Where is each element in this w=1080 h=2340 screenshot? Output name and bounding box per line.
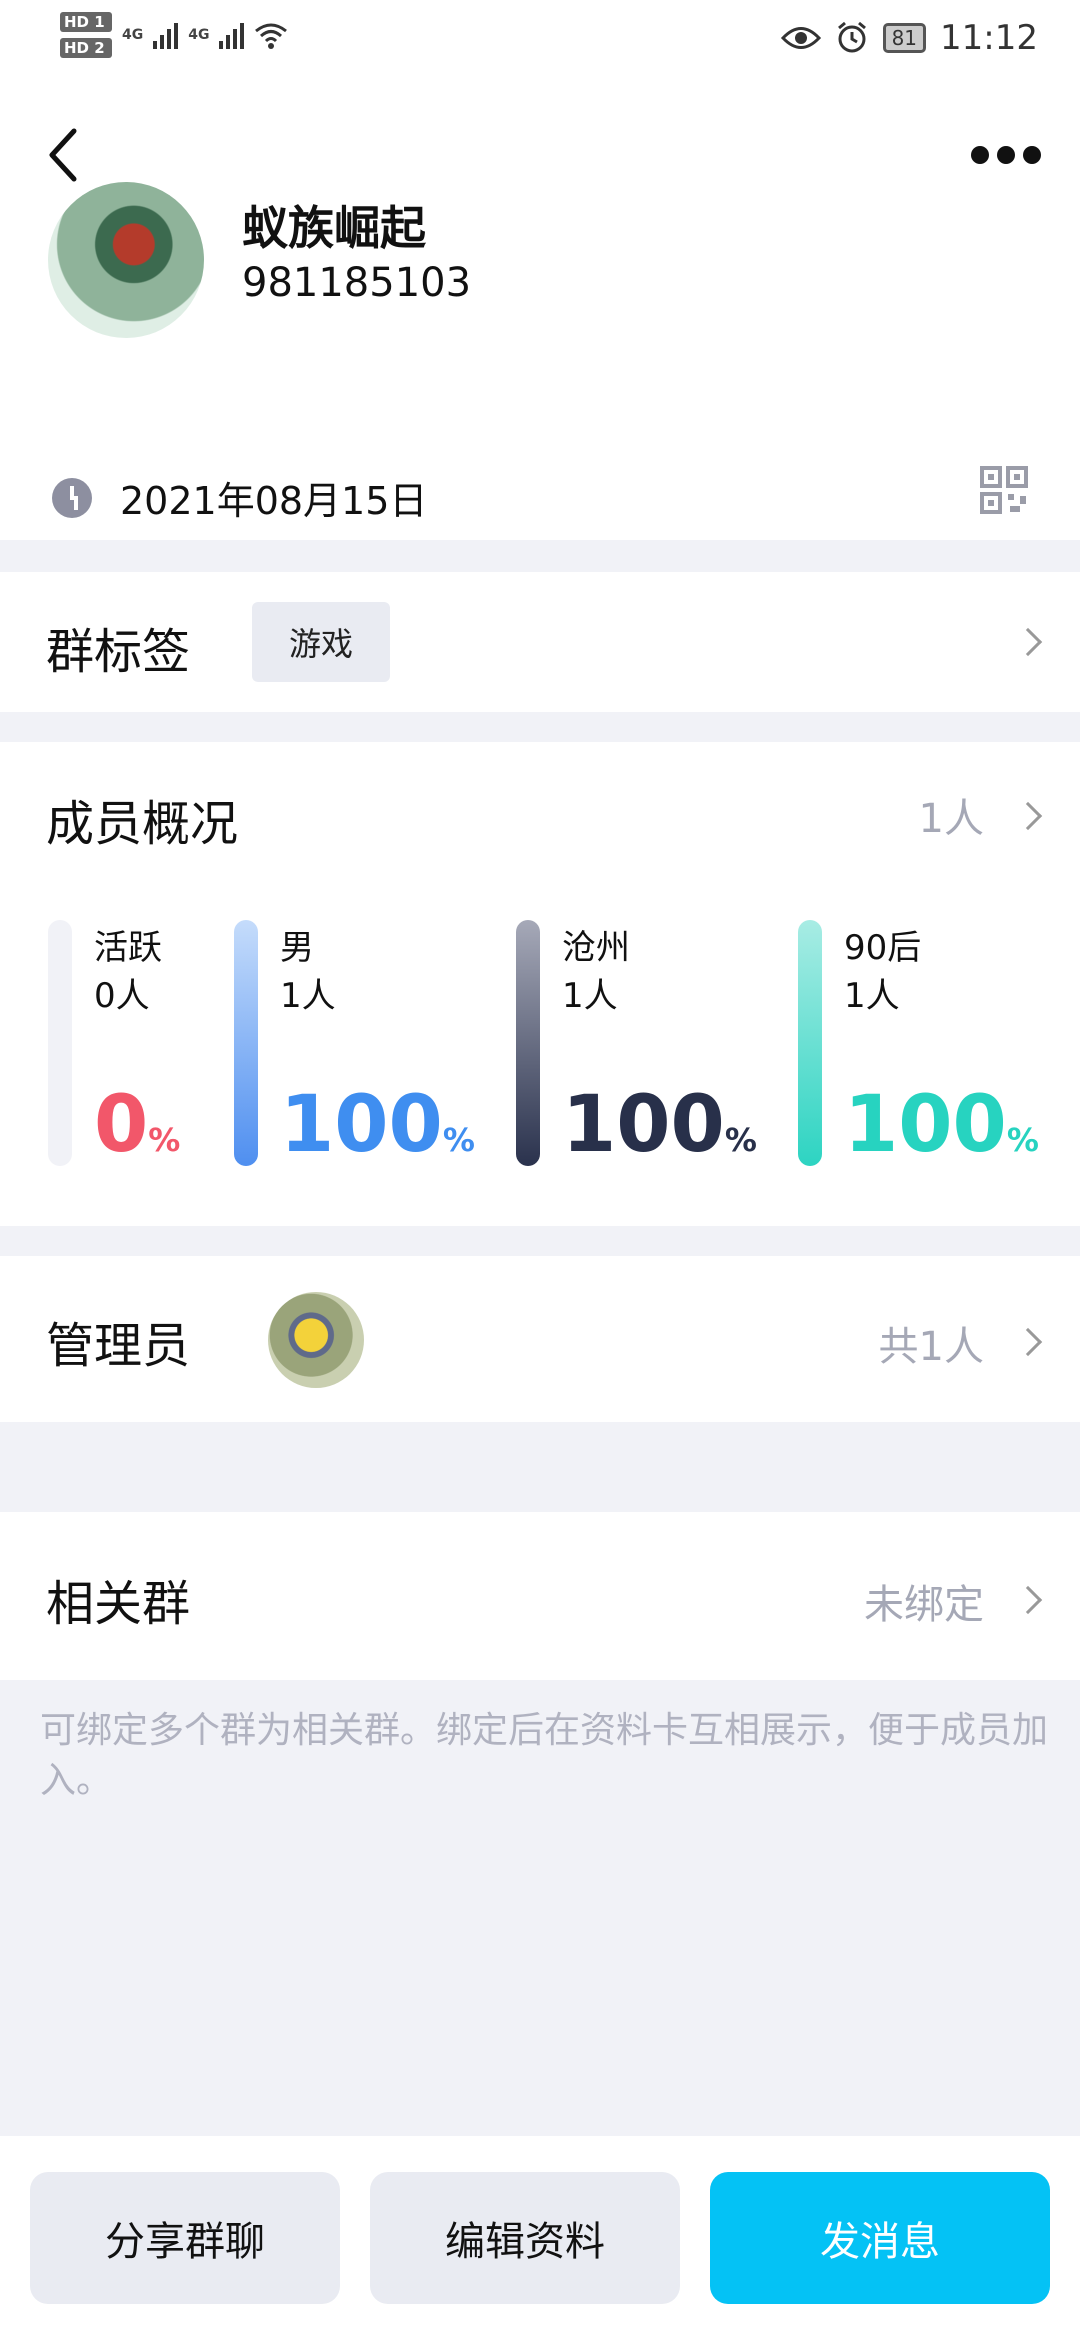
more-dot-icon	[971, 146, 989, 164]
members-overview-section: 成员概况 1人 活跃 0人 0% 男 1人 100% 沧州 1人 100% 90…	[0, 742, 1080, 1226]
stat-bar	[234, 920, 258, 1166]
edit-profile-button[interactable]: 编辑资料	[370, 2172, 680, 2304]
stat-percent: 100%	[562, 1080, 757, 1170]
signal1-icon	[153, 21, 179, 49]
signal1-label: 4G	[122, 27, 144, 43]
wifi-icon	[255, 23, 288, 49]
hd1-badge: HD 1	[60, 12, 112, 32]
bottom-action-bar: 分享群聊 编辑资料 发消息	[0, 2136, 1080, 2340]
stat-percent: 100%	[844, 1080, 1039, 1170]
related-status: 未绑定	[864, 1582, 984, 1628]
more-dot-icon	[1023, 146, 1041, 164]
stat-active: 活跃 0人 0%	[48, 920, 228, 1180]
group-tags-section[interactable]: 群标签 游戏	[0, 572, 1080, 712]
stat-count: 1人	[844, 976, 900, 1016]
send-message-button[interactable]: 发消息	[710, 2172, 1050, 2304]
admins-total: 共1人	[878, 1324, 984, 1370]
stat-label: 沧州	[562, 928, 630, 968]
status-time: 11:12	[940, 18, 1038, 58]
chevron-right-icon	[1013, 1585, 1043, 1615]
chevron-right-icon	[1013, 627, 1043, 657]
hd2-badge: HD 2	[60, 38, 112, 58]
related-groups-section[interactable]: 相关群 未绑定	[0, 1512, 1080, 1680]
members-overview-title: 成员概况	[46, 796, 239, 852]
signal2-label: 4G	[188, 27, 210, 43]
stat-label: 活跃	[94, 928, 162, 968]
group-id: 981185103	[242, 260, 472, 306]
status-bar: HD 1 HD 2 4G 4G 81 11:12	[0, 0, 1080, 80]
created-date-row: 2021年08月15日	[52, 470, 427, 525]
clock-icon	[52, 477, 92, 518]
group-avatar[interactable]	[48, 182, 204, 338]
admins-title: 管理员	[46, 1318, 191, 1374]
stat-label: 90后	[844, 928, 922, 968]
status-right: 81 11:12	[780, 18, 1038, 58]
stat-count: 0人	[94, 976, 150, 1016]
stat-male: 男 1人 100%	[234, 920, 484, 1180]
stat-bar	[798, 920, 822, 1166]
tag-chip[interactable]: 游戏	[252, 602, 390, 682]
stat-count: 1人	[280, 976, 336, 1016]
chevron-right-icon	[1013, 1327, 1043, 1357]
battery-icon: 81	[882, 23, 927, 53]
more-dot-icon	[997, 146, 1015, 164]
stat-bar	[48, 920, 72, 1166]
stat-label: 男	[280, 928, 314, 968]
status-left: HD 1 HD 2 4G 4G	[60, 12, 288, 58]
related-groups-note: 可绑定多个群为相关群。绑定后在资料卡互相展示，便于成员加入。	[40, 1710, 1049, 1801]
group-tags-title: 群标签	[46, 624, 191, 680]
stat-count: 1人	[562, 976, 618, 1016]
more-options-button[interactable]	[966, 140, 1046, 170]
back-arrow-icon[interactable]	[44, 125, 84, 185]
admin-avatar[interactable]	[268, 1292, 364, 1388]
stat-percent: 0%	[94, 1080, 181, 1170]
stat-bar	[516, 920, 540, 1166]
stat-cangzhou: 沧州 1人 100%	[516, 920, 766, 1180]
stat-age-90s: 90后 1人 100%	[798, 920, 1048, 1180]
created-date: 2021年08月15日	[120, 479, 428, 523]
share-group-button[interactable]: 分享群聊	[30, 2172, 340, 2304]
chevron-right-icon[interactable]	[1013, 801, 1043, 831]
alarm-icon	[837, 21, 866, 53]
admins-section[interactable]: 管理员 共1人	[0, 1256, 1080, 1422]
stat-percent: 100%	[280, 1080, 475, 1170]
signal2-icon	[219, 21, 245, 49]
members-count[interactable]: 1人	[919, 786, 984, 844]
qr-code-icon[interactable]	[980, 466, 1028, 514]
eye-icon	[780, 27, 821, 49]
related-groups-title: 相关群	[46, 1576, 191, 1632]
group-name: 蚁族崛起	[242, 201, 426, 255]
